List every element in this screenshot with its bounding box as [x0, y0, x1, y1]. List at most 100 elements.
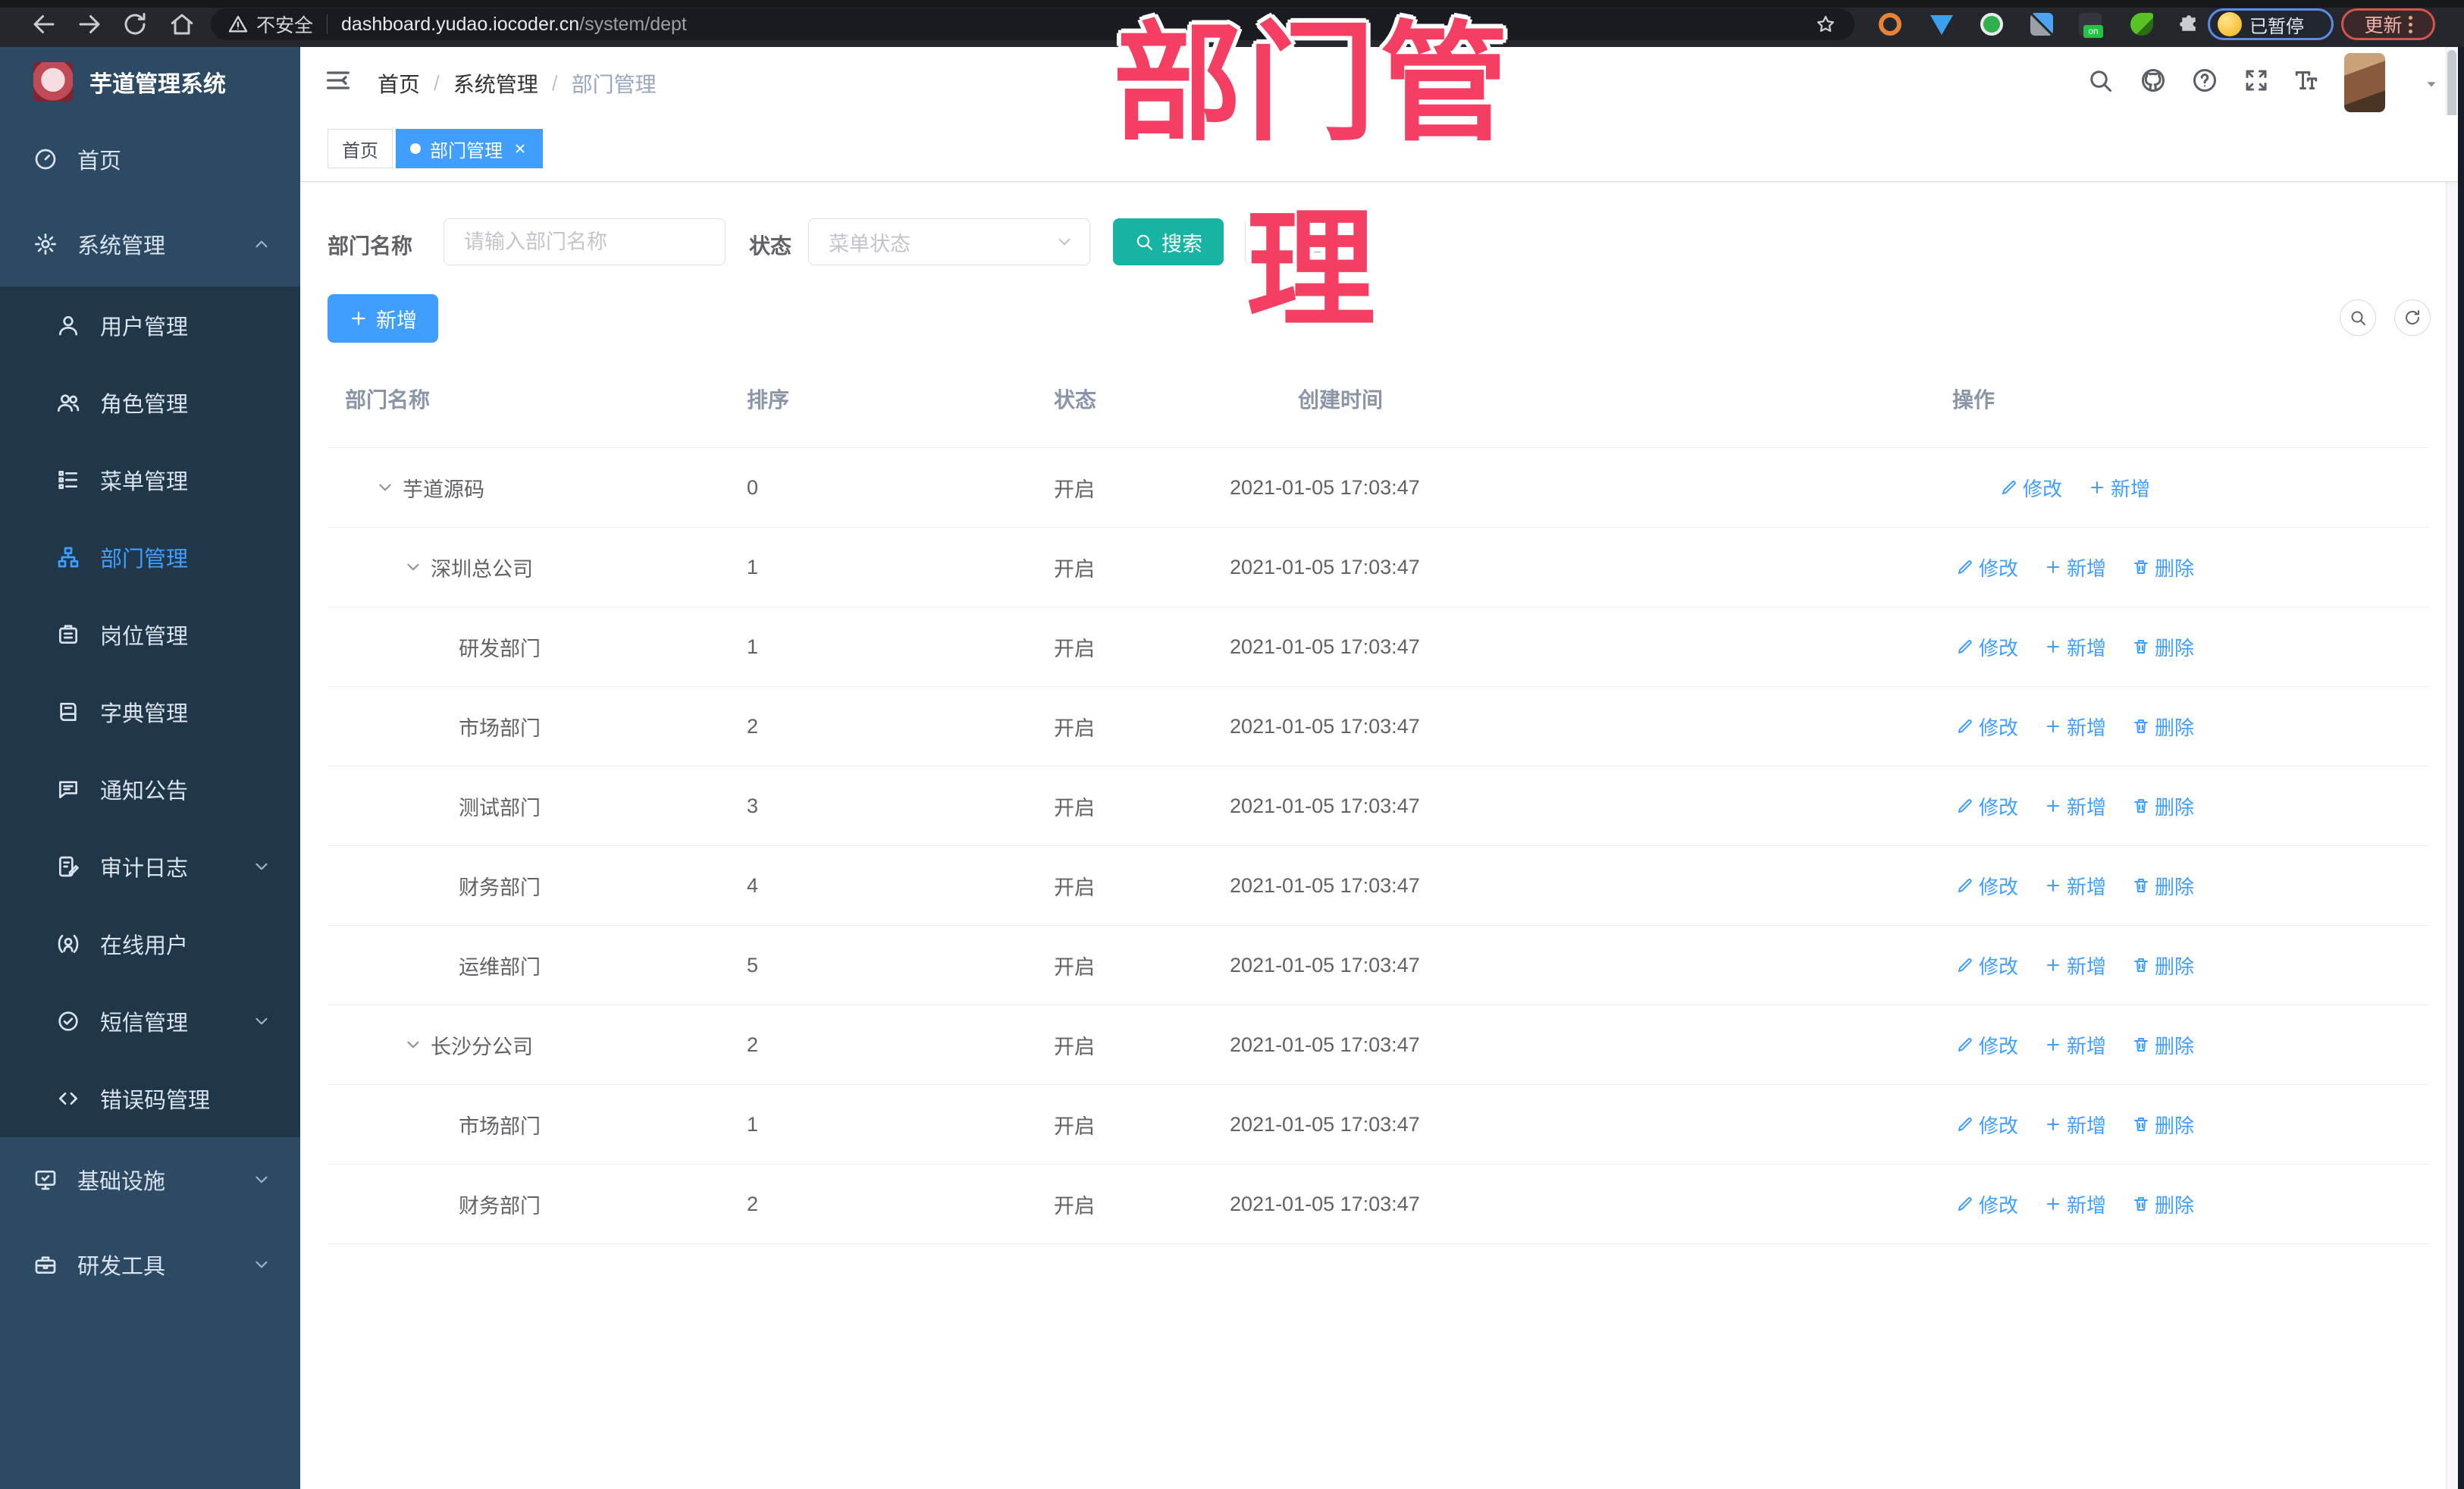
tag-dept-active[interactable]: 部门管理	[396, 129, 543, 168]
user-avatar[interactable]	[2344, 53, 2385, 112]
add-action-link[interactable]: 新增	[2044, 951, 2106, 980]
browser-update-button[interactable]: 更新	[2341, 8, 2435, 40]
col-header-status: 状态	[1054, 388, 1097, 412]
add-action-link[interactable]: 新增	[2044, 713, 2106, 741]
sidebar-item[interactable]: 岗位管理	[0, 596, 300, 673]
app-logo-link[interactable]: 芋道管理系统	[0, 47, 300, 117]
address-bar[interactable]: 不安全 dashboard.yudao.iocoder.cn /system/d…	[211, 8, 1854, 40]
delete-action-link[interactable]: 删除	[2132, 1031, 2194, 1059]
breadcrumb-home[interactable]: 首页	[378, 68, 420, 99]
sidebar-item[interactable]: 通知公告	[0, 751, 300, 828]
sidebar-item[interactable]: 审计日志	[0, 828, 300, 905]
delete-action-label: 删除	[2155, 955, 2195, 978]
infra-icon	[33, 1168, 58, 1192]
edit-action-link[interactable]: 修改	[1956, 1031, 2018, 1059]
show-search-toggle-button[interactable]	[2340, 299, 2376, 336]
sidebar-item[interactable]: 在线用户	[0, 905, 300, 983]
expand-chevron-icon[interactable]	[403, 557, 423, 577]
reset-button[interactable]: 重置	[1245, 218, 1351, 265]
github-icon[interactable]	[2140, 67, 2167, 94]
sidebar-item[interactable]: 错误码管理	[0, 1060, 300, 1137]
expand-chevron-icon[interactable]	[403, 1035, 423, 1055]
dept-name-text: 测试部门	[459, 796, 541, 820]
extension-orange-ring-icon[interactable]	[1879, 13, 1901, 36]
tag-label: 首页	[342, 140, 378, 161]
add-action-link[interactable]: 新增	[2044, 633, 2106, 661]
sidebar-item[interactable]: 首页	[0, 117, 300, 202]
dept-name-input[interactable]	[444, 230, 725, 254]
extension-green-check-icon[interactable]	[1980, 13, 2003, 36]
edit-action-link[interactable]: 修改	[1956, 792, 2018, 820]
add-action-link[interactable]: 新增	[2044, 1111, 2106, 1139]
font-size-icon[interactable]	[2293, 67, 2320, 94]
help-question-icon[interactable]	[2191, 67, 2218, 94]
sidebar-item[interactable]: 研发工具	[0, 1222, 300, 1307]
extension-blue-gem-icon[interactable]	[1930, 15, 1953, 35]
browser-home-icon[interactable]	[168, 11, 196, 38]
browser-menu-kebab-icon[interactable]	[2408, 15, 2412, 33]
browser-forward-icon[interactable]	[76, 11, 103, 38]
tag-close-icon[interactable]	[512, 140, 528, 157]
dept-name-text: 深圳总公司	[431, 557, 533, 581]
extension-grid-icon[interactable]	[2030, 13, 2053, 36]
delete-action-link[interactable]: 删除	[2132, 633, 2194, 661]
sidebar-item[interactable]: 角色管理	[0, 364, 300, 441]
col-header-created: 创建时间	[1298, 388, 1384, 412]
edit-action-label: 修改	[1978, 1034, 2018, 1058]
delete-action-link[interactable]: 删除	[2132, 1111, 2194, 1139]
table-row: 深圳总公司 1 开启 2021-01-05 17:03:47 修改 新增 删除	[328, 528, 2429, 607]
breadcrumb-system[interactable]: 系统管理	[453, 68, 538, 99]
dept-name-cell: 测试部门	[345, 766, 541, 845]
browser-profile-chip[interactable]: 已暂停	[2208, 8, 2334, 40]
add-button[interactable]: 新增	[328, 294, 438, 343]
dept-name-cell: 财务部门	[345, 1165, 541, 1243]
edit-action-link[interactable]: 修改	[1956, 553, 2018, 581]
delete-action-link[interactable]: 删除	[2132, 553, 2194, 581]
delete-action-link[interactable]: 删除	[2132, 1190, 2194, 1218]
delete-action-link[interactable]: 删除	[2132, 713, 2194, 741]
sidebar-item[interactable]: 短信管理	[0, 983, 300, 1060]
sort-cell: 2	[747, 714, 759, 738]
edit-action-link[interactable]: 修改	[1956, 1190, 2018, 1218]
refresh-table-button[interactable]	[2394, 299, 2431, 336]
sidebar-collapse-hamburger-icon[interactable]	[323, 65, 353, 96]
edit-action-link[interactable]: 修改	[2000, 474, 2062, 502]
delete-action-link[interactable]: 删除	[2132, 951, 2194, 980]
add-action-link[interactable]: 新增	[2044, 1190, 2106, 1218]
dept-name-label: 部门名称	[328, 234, 413, 258]
browser-back-icon[interactable]	[30, 11, 58, 38]
sidebar-item[interactable]: 用户管理	[0, 287, 300, 364]
add-action-link[interactable]: 新增	[2044, 872, 2106, 900]
sidebar-item[interactable]: 字典管理	[0, 673, 300, 751]
search-button[interactable]: 搜索	[1113, 218, 1224, 265]
edit-action-link[interactable]: 修改	[1956, 872, 2018, 900]
add-action-link[interactable]: 新增	[2044, 553, 2106, 581]
sidebar-item[interactable]: 菜单管理	[0, 441, 300, 519]
edit-action-link[interactable]: 修改	[1956, 633, 2018, 661]
delete-action-link[interactable]: 删除	[2132, 872, 2194, 900]
sidebar-item[interactable]: 系统管理	[0, 202, 300, 287]
browser-reload-icon[interactable]	[121, 11, 149, 38]
extensions-puzzle-icon[interactable]	[2177, 13, 2200, 36]
edit-action-link[interactable]: 修改	[1956, 1111, 2018, 1139]
notice-icon	[56, 777, 80, 801]
header-search-icon[interactable]	[2086, 67, 2114, 94]
edit-action-link[interactable]: 修改	[1956, 951, 2018, 980]
expand-chevron-icon[interactable]	[375, 478, 395, 497]
delete-action-link[interactable]: 删除	[2132, 792, 2194, 820]
sidebar-item[interactable]: 部门管理	[0, 519, 300, 596]
edit-action-link[interactable]: 修改	[1956, 713, 2018, 741]
fullscreen-icon[interactable]	[2243, 67, 2270, 94]
tag-home[interactable]: 首页	[328, 129, 393, 168]
avatar-caret-down-icon[interactable]	[2423, 76, 2440, 92]
extension-green-key-icon[interactable]	[2130, 13, 2153, 36]
delete-action-label: 删除	[2155, 1114, 2195, 1137]
sidebar-item[interactable]: 基础设施	[0, 1137, 300, 1222]
extension-dark-icon[interactable]: on	[2079, 13, 2103, 38]
table-row: 市场部门 1 开启 2021-01-05 17:03:47 修改 新增 删除	[328, 1085, 2429, 1165]
bookmark-star-icon[interactable]	[1815, 14, 1836, 35]
add-action-link[interactable]: 新增	[2044, 792, 2106, 820]
status-select[interactable]: 菜单状态	[808, 218, 1090, 265]
add-action-link[interactable]: 新增	[2044, 1031, 2106, 1059]
add-action-link[interactable]: 新增	[2088, 474, 2150, 502]
